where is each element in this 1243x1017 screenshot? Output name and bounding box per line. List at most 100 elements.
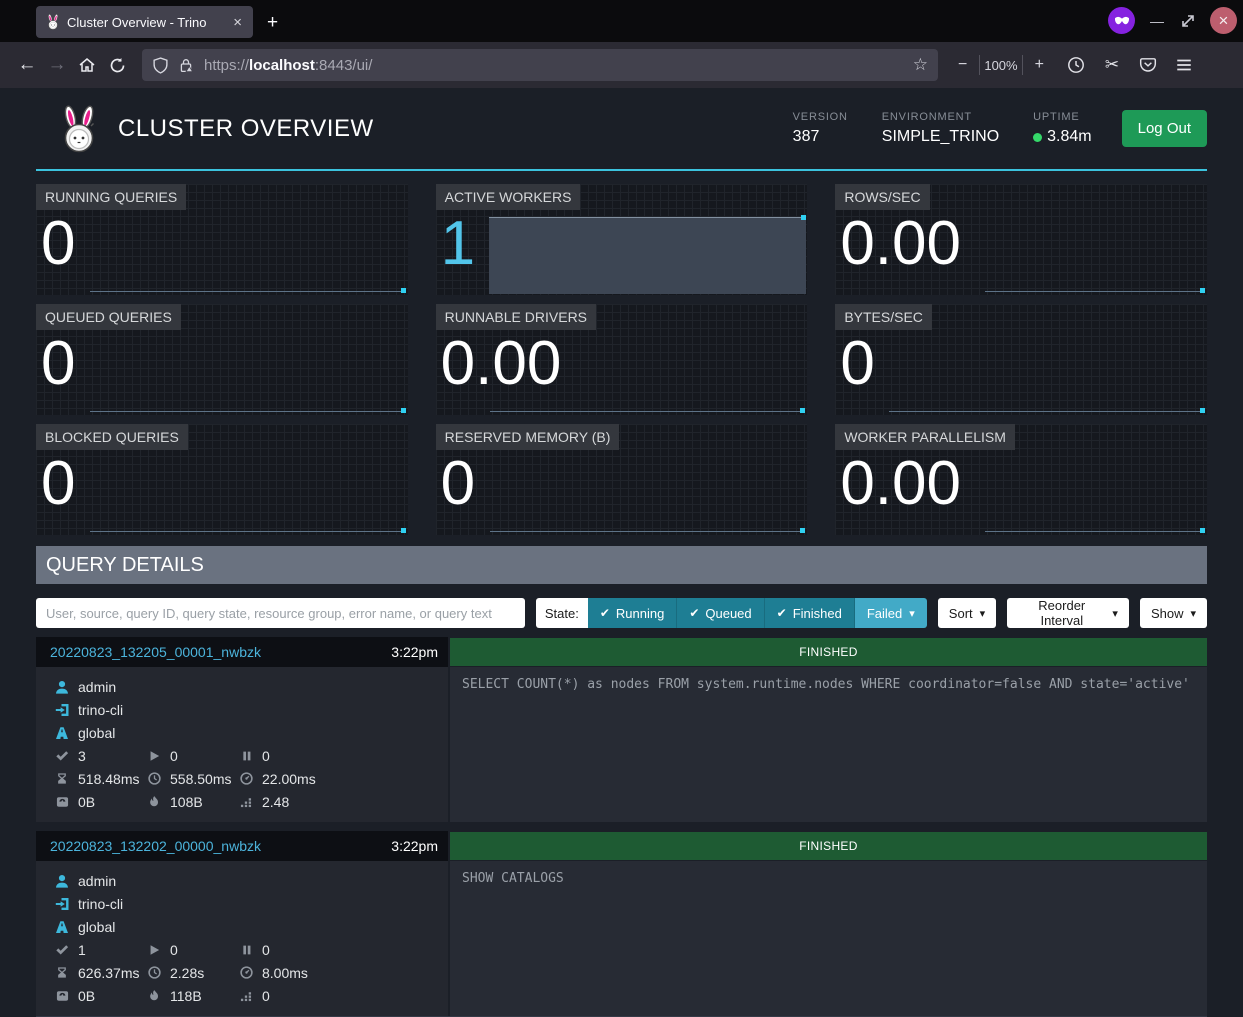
query-source: trino-cli [78,702,123,718]
sort-dropdown[interactable]: Sort ▾ [938,598,996,628]
caret-down-icon: ▾ [980,607,986,620]
separator [1022,55,1023,75]
running-splits: 0 [170,942,178,958]
url-text[interactable]: https://localhost:8443/ui/ [204,57,905,74]
sort-label: Sort [949,606,973,621]
sparkline [90,531,404,532]
tile-value: 0 [41,328,75,399]
caret-down-icon: ▾ [1190,607,1196,620]
query-filter-toolbar: State: ✔Running ✔Queued ✔Finished Failed… [36,598,1207,628]
new-tab-button[interactable]: + [267,13,278,32]
environment-label: ENVIRONMENT [882,111,999,123]
url-scheme: https:// [204,57,249,74]
parallelism-chart-icon [238,989,254,1002]
page-header: CLUSTER OVERVIEW VERSION 387 ENVIRONMENT… [36,88,1207,171]
back-icon[interactable]: ← [12,50,42,80]
parallelism-chart-icon [238,795,254,808]
logout-button[interactable]: Log Out [1122,110,1207,147]
filter-queued-button[interactable]: ✔Queued [677,598,764,628]
tile-label: ROWS/SEC [835,184,929,210]
tile-value: 0 [840,328,874,399]
cpu-time: 8.00ms [262,965,308,981]
browser-tab[interactable]: Cluster Overview - Trino × [36,6,253,38]
menu-hamburger-icon[interactable] [1172,53,1196,77]
user-icon [54,874,70,888]
filter-running-button[interactable]: ✔Running [588,598,678,628]
close-window-button[interactable]: × [1210,7,1237,34]
source-signin-icon [54,703,70,717]
window-controls: — × [1108,7,1237,34]
tracking-shield-icon[interactable] [152,57,169,74]
query-header: 20220823_132205_00001_nwbzk 3:22pm [36,637,448,667]
trino-cluster-overview-page: CLUSTER OVERVIEW VERSION 387 ENVIRONMENT… [0,88,1243,1013]
pocket-icon[interactable] [1136,53,1160,77]
current-memory: 0B [78,988,95,1004]
lock-warning-icon[interactable] [178,57,195,74]
zoom-out-icon[interactable]: − [950,56,975,74]
query-row: 20220823_132202_00000_nwbzk 3:22pm FINIS… [36,831,1207,1017]
peak-memory: 108B [170,794,203,810]
check-icon: ✔ [777,606,787,620]
cpu-time: 22.00ms [262,771,316,787]
url-bar[interactable]: https://localhost:8443/ui/ ☆ [142,49,938,81]
tile-active-workers: ACTIVE WORKERS 1 [436,184,808,295]
state-filter-group: ✔Running ✔Queued ✔Finished Failed▾ [588,598,927,628]
minimize-button[interactable]: — [1148,13,1166,29]
tile-value: 0.00 [840,208,961,279]
cpu-time-gauge-icon [238,966,254,979]
bookmark-star-icon[interactable]: ☆ [913,55,928,75]
show-dropdown[interactable]: Show▾ [1140,598,1207,628]
separator [979,55,980,75]
query-id-link[interactable]: 20220823_132205_00001_nwbzk [50,644,261,660]
sparkline-dot [800,408,805,413]
resource-group-road-icon [54,726,70,740]
maximize-button[interactable] [1179,12,1197,30]
query-header: 20220823_132202_00000_nwbzk 3:22pm [36,831,448,861]
screenshot-scissors-icon[interactable]: ✂ [1100,53,1124,77]
current-memory-scale-icon [54,796,70,808]
sparkline-dot [1200,288,1205,293]
wall-time-hourglass-icon [54,966,70,979]
filter-failed-label: Failed [867,606,902,621]
reload-icon[interactable] [102,50,132,80]
query-id-link[interactable]: 20220823_132202_00000_nwbzk [50,838,261,854]
tile-label: RUNNING QUERIES [36,184,186,210]
queued-splits-pause-icon [238,944,254,956]
query-stats-panel: admin trino-cli global 3 0 0 518.48ms 55… [36,667,448,822]
sparkline-dot [401,288,406,293]
sparkline [985,291,1203,292]
peak-memory: 118B [170,988,202,1004]
zoom-level[interactable]: 100% [984,58,1017,73]
zoom-in-icon[interactable]: + [1027,56,1052,74]
forward-icon[interactable]: → [42,50,72,80]
query-stats-panel: admin trino-cli global 1 0 0 626.37ms 2.… [36,861,448,1016]
tile-queued-queries: QUEUED QUERIES 0 [36,304,408,415]
uptime-status-dot [1033,133,1042,142]
queued-splits-pause-icon [238,750,254,762]
current-memory-scale-icon [54,990,70,1002]
query-details-title: QUERY DETAILS [46,554,204,577]
tab-title: Cluster Overview - Trino [67,15,225,30]
sparkline-dot [800,528,805,533]
query-user: admin [78,679,116,695]
total-time-clock-icon [146,772,162,785]
query-row: 20220823_132205_00001_nwbzk 3:22pm FINIS… [36,637,1207,822]
running-splits-play-icon [146,944,162,956]
sparkline [490,531,804,532]
filter-failed-dropdown[interactable]: Failed▾ [855,598,927,628]
sparkline [889,411,1203,412]
current-memory: 0B [78,794,95,810]
sparkline [90,411,404,412]
filter-finished-button[interactable]: ✔Finished [765,598,855,628]
home-icon[interactable] [72,50,102,80]
tile-value: 0 [441,448,475,519]
query-resource-group: global [78,725,115,741]
tile-worker-parallelism: WORKER PARALLELISM 0.00 [835,424,1207,535]
environment-value: SIMPLE_TRINO [882,128,999,146]
sparkline [90,291,404,292]
environment-meta: ENVIRONMENT SIMPLE_TRINO [882,111,999,146]
reorder-interval-dropdown[interactable]: Reorder Interval▾ [1007,598,1129,628]
tab-close-icon[interactable]: × [231,14,244,31]
query-search-input[interactable] [36,598,525,628]
history-clock-icon[interactable] [1064,53,1088,77]
